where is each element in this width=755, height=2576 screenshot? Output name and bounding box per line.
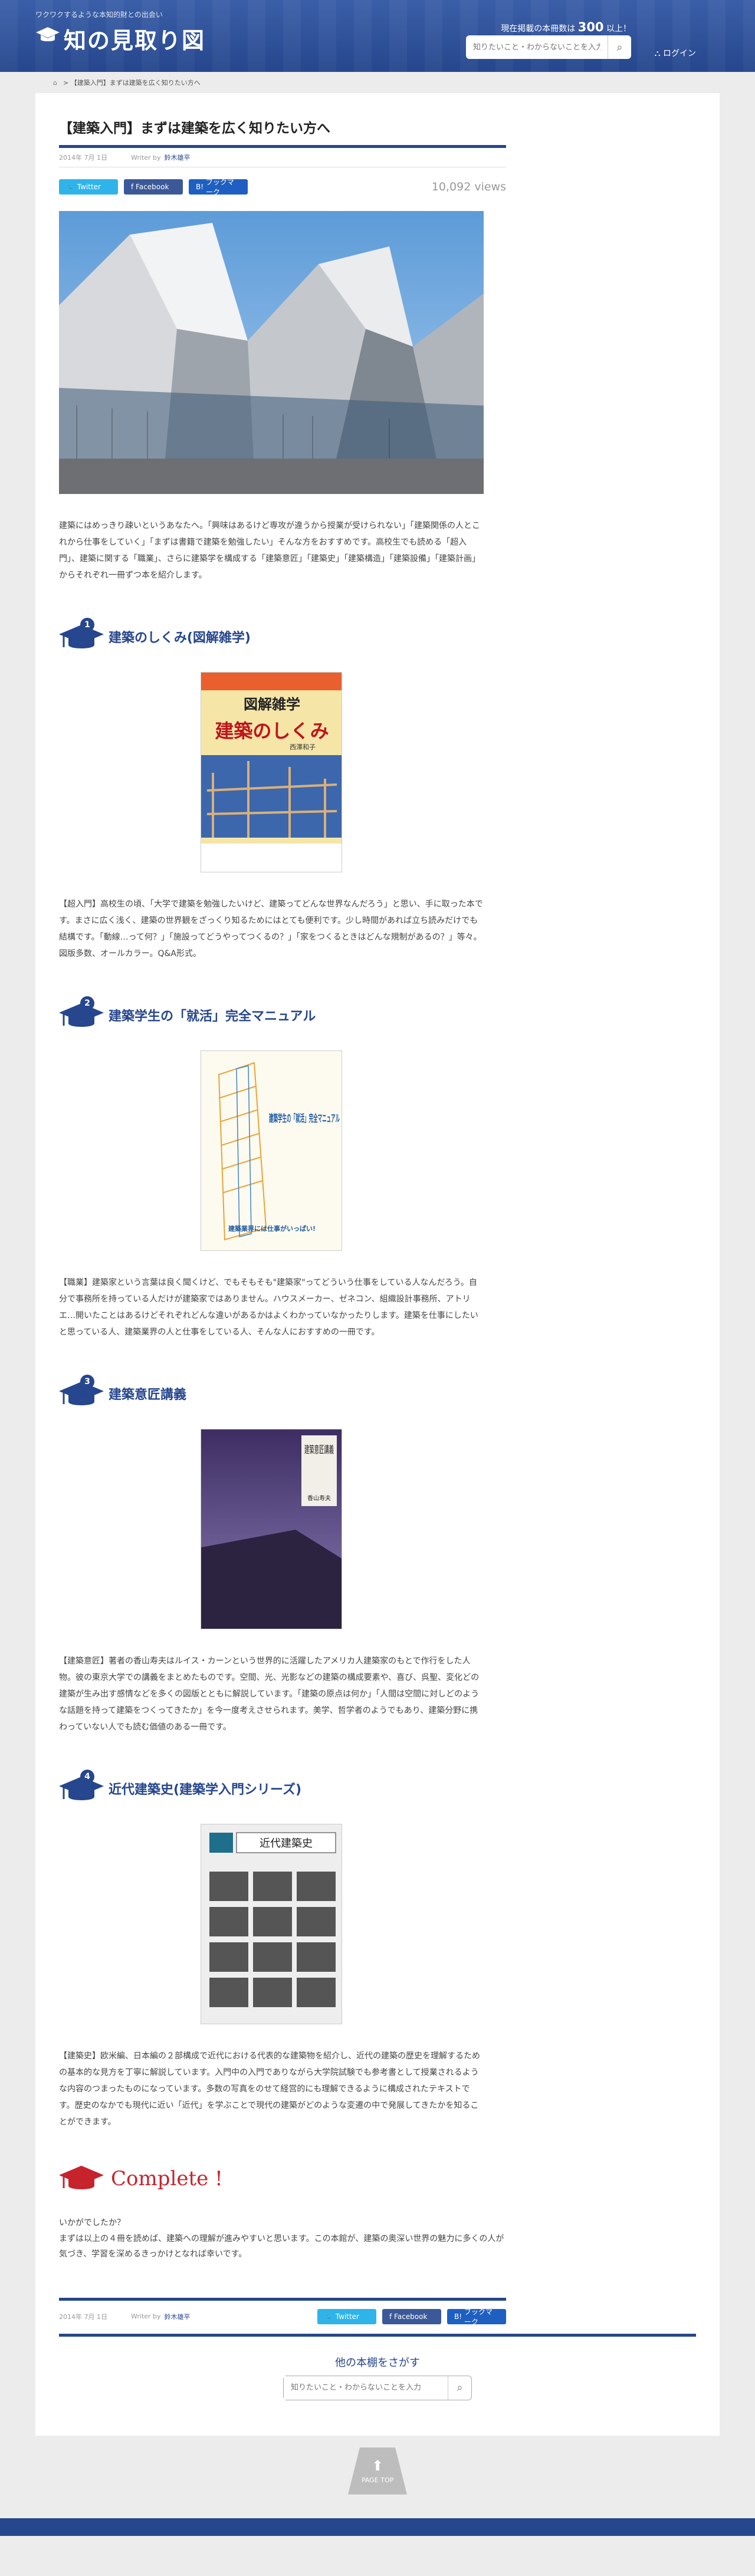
writer-link[interactable]: 鈴木雄平 xyxy=(165,153,191,162)
view-count: 10,092 views xyxy=(431,180,506,193)
hatena-icon: B! xyxy=(196,183,206,191)
book-description: 【建築意匠】著者の香山寿夫はルイス・カーンという世界的に活躍したアメリカ人建築家… xyxy=(59,1656,480,1732)
facebook-button[interactable]: f Facebook xyxy=(382,2308,441,2324)
site-footer xyxy=(0,2518,755,2536)
facebook-icon: f xyxy=(389,2312,395,2321)
section-number: 4 xyxy=(80,1770,94,1784)
article: 【建築入門】まずは建築を広く知りたい方へ 2014年 7月 1日 Writer … xyxy=(59,117,506,2326)
cover-4-main: 近代建築史 xyxy=(260,1837,313,1850)
hatena-icon: B! xyxy=(454,2312,464,2321)
cover-1-author: 西澤和子 xyxy=(290,743,316,751)
search-input[interactable] xyxy=(284,2376,448,2400)
main-content: 【建築入門】まずは建築を広く知りたい方へ 2014年 7月 1日 Writer … xyxy=(35,93,720,2436)
closing-text: いかがでしたか？ まずは以上の４冊を読めば、建築への理解が進みやすいと思います。… xyxy=(59,2215,506,2262)
book-section-3: 3 建築意匠講義 建築意匠講義 香山寿夫 【建築意匠】著者の香山寿夫はルイス・カ… xyxy=(59,1375,506,1735)
cover-2-main: 建築学生の「就活」完全マニュアル xyxy=(269,1112,340,1125)
twitter-icon: 🐦 xyxy=(66,183,77,191)
graduation-cap-icon xyxy=(35,26,60,51)
logo-text: 知の見取り図 xyxy=(64,27,206,54)
book-cover-4[interactable]: 近代建築史 xyxy=(201,1824,342,2024)
cover-2-bottom: 建築業界には仕事がいっぱい! xyxy=(228,1224,316,1233)
search-icon[interactable]: ⌕ xyxy=(448,2376,471,2400)
book-count-value: 300 xyxy=(577,20,604,34)
graduation-cap-icon: 4 xyxy=(59,1770,105,1806)
section-title[interactable]: 建築意匠講義 xyxy=(109,1384,186,1403)
writer-label: Writer by xyxy=(130,2313,161,2321)
section-title[interactable]: 建築のしくみ(図解雑学) xyxy=(109,627,251,646)
book-description: 【超入門】高校生の頃、「大学で建築を勉強したいけど、建築ってどんな世界なんだろう… xyxy=(59,900,483,958)
book-section-1: 1 建築のしくみ(図解雑学) 図解雑学 建築のしくみ 西澤和子 【超入門】高校生… xyxy=(59,618,506,962)
hero-image xyxy=(59,211,484,494)
section-number: 3 xyxy=(80,1375,94,1389)
graduation-cap-icon: 2 xyxy=(59,996,105,1033)
closing-line-2: まずは以上の４冊を読めば、建築への理解が進みやすいと思います。この本館が、建築の… xyxy=(59,2234,504,2259)
facebook-button[interactable]: f Facebook xyxy=(124,179,183,195)
search-icon[interactable]: ⌕ xyxy=(608,35,631,59)
graduation-cap-icon: 3 xyxy=(59,1375,105,1411)
section-title[interactable]: 近代建築史(建築学入門シリーズ) xyxy=(109,1779,301,1798)
twitter-button[interactable]: 🐦 Twitter xyxy=(317,2308,376,2324)
arrow-up-icon: ⬆ xyxy=(371,2458,384,2475)
find-other-shelves: 他の本棚をさがす xyxy=(335,2356,420,2369)
graduation-cap-icon xyxy=(59,2160,105,2198)
cover-1-top: 図解雑学 xyxy=(244,696,300,713)
book-description: 【職業】建築家という言葉は良く聞くけど、でもそもそも"建築家"ってどういう仕事を… xyxy=(59,1278,478,1337)
writer-link[interactable]: 鈴木雄平 xyxy=(165,2312,191,2321)
book-cover-2[interactable]: 建築学生の「就活」完全マニュアル 建築業界には仕事がいっぱい! xyxy=(201,1050,342,1251)
breadcrumb-current: > 【建築入門】まずは建築を広く知りたい方へ xyxy=(63,79,201,87)
site-header: ワクワクするような本知的財との出会い 知の見取り図 現在掲載の本冊数は 300 … xyxy=(0,0,755,72)
twitter-button[interactable]: 🐦 Twitter xyxy=(59,179,118,195)
page-title: 【建築入門】まずは建築を広く知りたい方へ xyxy=(59,117,506,148)
book-cover-3[interactable]: 建築意匠講義 香山寿夫 xyxy=(201,1429,342,1629)
post-date: 2014年 7月 1日 xyxy=(59,2313,107,2321)
closing-line-1: いかがでしたか？ xyxy=(59,2218,125,2228)
twitter-icon: 🐦 xyxy=(324,2312,336,2321)
complete-label: Complete ! xyxy=(111,2167,223,2190)
graduation-cap-icon: 1 xyxy=(59,618,105,654)
writer-label: Writer by xyxy=(130,153,161,162)
section-number: 2 xyxy=(80,996,94,1010)
cover-1-main: 建築のしくみ xyxy=(215,720,329,742)
article-footer-meta: 2014年 7月 1日 Writer by 鈴木雄平 🐦 Twitter f F… xyxy=(59,2297,506,2326)
hatena-button[interactable]: B! ブックマーク xyxy=(447,2308,506,2326)
divider xyxy=(59,2333,696,2337)
book-section-4: 4 近代建築史(建築学入門シリーズ) 近代建築史 【建築史】欧米編、日本編の２部… xyxy=(59,1770,506,2130)
footer-search: ⌕ xyxy=(283,2375,472,2400)
site-tagline: ワクワクするような本知的財との出会い xyxy=(35,11,163,19)
page-top-button[interactable]: ⬆ PAGE TOP xyxy=(348,2447,407,2495)
header-search: ⌕ xyxy=(466,35,631,59)
section-number: 1 xyxy=(80,618,94,632)
lead-paragraph: 建築にはめっきり疎いというあなたへ。「興味はあるけど専攻が違うから授業が受けられ… xyxy=(59,521,480,580)
login-icon: ⛬ xyxy=(654,49,661,58)
book-section-2: 2 建築学生の「就活」完全マニュアル 建築学生の「就活」完全マニュアル xyxy=(59,996,506,1340)
post-date: 2014年 7月 1日 xyxy=(59,154,107,162)
home-icon[interactable]: ⌂ xyxy=(53,79,57,87)
pagetop-area: ⬆ PAGE TOP xyxy=(0,2436,755,2518)
site-logo[interactable]: 知の見取り図 xyxy=(35,22,205,55)
cover-3-main: 建築意匠講義 xyxy=(304,1444,334,1456)
share-row: 🐦 Twitter f Facebook B! ブックマーク 10,092 vi… xyxy=(59,178,506,196)
hatena-button[interactable]: B! ブックマーク xyxy=(189,178,248,196)
facebook-icon: f xyxy=(131,183,136,191)
book-description: 【建築史】欧米編、日本編の２部構成で近代における代表的な建築物を紹介し、近代の建… xyxy=(59,2051,480,2127)
book-cover-1[interactable]: 図解雑学 建築のしくみ 西澤和子 xyxy=(201,672,342,872)
complete-heading: Complete ! xyxy=(59,2160,506,2198)
search-input[interactable] xyxy=(466,35,608,59)
login-link[interactable]: ⛬ ログイン xyxy=(655,47,696,59)
article-meta: 2014年 7月 1日 Writer by 鈴木雄平 xyxy=(59,148,506,167)
breadcrumb: ⌂ > 【建築入門】まずは建築を広く知りたい方へ xyxy=(35,72,720,93)
cover-3-author: 香山寿夫 xyxy=(307,1494,331,1502)
section-title[interactable]: 建築学生の「就活」完全マニュアル xyxy=(109,1006,316,1025)
book-count: 現在掲載の本冊数は 300 以上！ xyxy=(501,20,631,34)
